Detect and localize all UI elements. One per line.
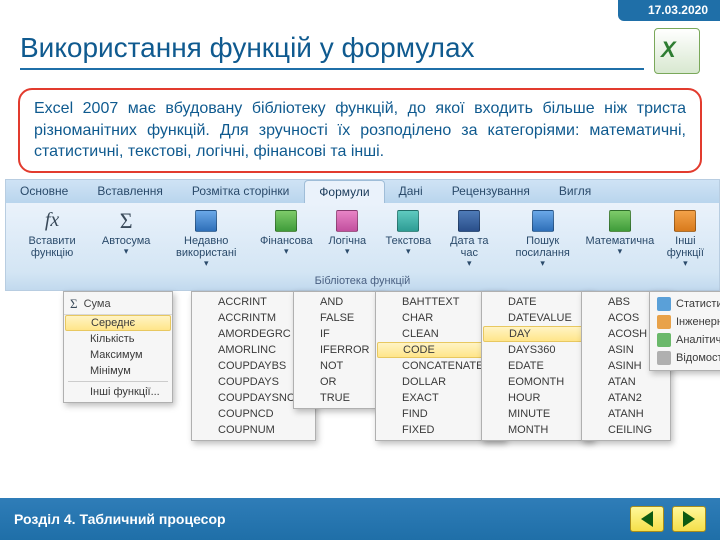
menu-item[interactable]: ATAN2	[582, 390, 670, 406]
submenu-label: Відомості	[676, 352, 720, 364]
chevron-down-icon: ▾	[406, 246, 411, 257]
menu-item[interactable]: DATE	[482, 294, 592, 310]
insert-function-label: Вставити функцію	[16, 235, 88, 259]
book-icon	[657, 333, 671, 347]
menu-item[interactable]: IF	[294, 326, 382, 342]
lookup-label: Пошук посилання	[507, 235, 578, 259]
menu-item[interactable]: IFERROR	[294, 342, 382, 358]
footer-text: Розділ 4. Табличний процесор	[14, 511, 226, 527]
book-icon	[528, 208, 558, 234]
menu-item[interactable]: Кількість	[64, 331, 172, 347]
book-icon	[657, 351, 671, 365]
menu-item[interactable]: CEILING	[582, 422, 670, 438]
submenu-item[interactable]: Статистична ▸	[653, 295, 720, 313]
menu-item[interactable]: Мінімум	[64, 363, 172, 379]
sigma-icon: Σ	[70, 296, 78, 312]
ribbon-tabs: Основне Вставлення Розмітка сторінки Фор…	[6, 180, 719, 203]
book-icon	[454, 208, 484, 234]
book-icon	[271, 208, 301, 234]
chevron-down-icon: ▾	[345, 246, 350, 257]
menu-item[interactable]: ATAN	[582, 374, 670, 390]
menu-item[interactable]: EDATE	[482, 358, 592, 374]
sigma-icon: Σ	[111, 208, 141, 234]
math-button[interactable]: Математична ▾	[587, 206, 653, 271]
chevron-down-icon: ▾	[124, 246, 129, 257]
menu-item[interactable]: OR	[294, 374, 382, 390]
chevron-down-icon: ▾	[618, 246, 623, 257]
tab-home[interactable]: Основне	[6, 180, 83, 203]
submenu-label: Інженерні	[676, 316, 720, 328]
footer-bar: Розділ 4. Табличний процесор	[0, 498, 720, 540]
menu-item[interactable]: ATANH	[582, 406, 670, 422]
menu-item[interactable]: DATEVALUE	[482, 310, 592, 326]
book-icon	[670, 208, 700, 234]
ribbon: Основне Вставлення Розмітка сторінки Фор…	[5, 179, 720, 291]
book-icon	[657, 297, 671, 311]
logical-menu: AND FALSE IF IFERROR NOT OR TRUE	[293, 291, 383, 409]
lookup-button[interactable]: Пошук посилання ▾	[501, 206, 584, 271]
autosum-button[interactable]: Σ Автосума ▾	[97, 206, 155, 271]
menu-item[interactable]: MINUTE	[482, 406, 592, 422]
menu-item[interactable]: TRUE	[294, 390, 382, 406]
menu-item[interactable]: MONTH	[482, 422, 592, 438]
chevron-down-icon: ▾	[467, 258, 472, 269]
submenu-item[interactable]: Аналітичні ▸	[653, 331, 720, 349]
tab-insert[interactable]: Вставлення	[83, 180, 178, 203]
recent-button[interactable]: Недавно використані ▾	[158, 206, 254, 271]
chevron-down-icon: ▾	[284, 246, 289, 257]
more-functions-label: Інші функції	[662, 235, 709, 259]
tab-view[interactable]: Вигля	[545, 180, 606, 203]
datetime-label: Дата та час	[446, 235, 492, 259]
autosum-menu: Σ Сума Середнє Кількість Максимум Мініму…	[63, 291, 173, 403]
tab-formulas[interactable]: Формули	[304, 180, 384, 203]
menu-item[interactable]: DAY	[483, 326, 591, 342]
page-title: Використання функцій у формулах	[20, 32, 644, 70]
menu-item[interactable]: NOT	[294, 358, 382, 374]
menu-item[interactable]: DAYS360	[482, 342, 592, 358]
book-icon	[657, 315, 671, 329]
datetime-button[interactable]: Дата та час ▾	[440, 206, 498, 271]
financial-button[interactable]: Фінансова ▾	[257, 206, 315, 271]
book-icon	[393, 208, 423, 234]
book-icon	[332, 208, 362, 234]
submenu-label: Статистична	[676, 298, 720, 310]
book-icon	[191, 208, 221, 234]
menu-item[interactable]: FALSE	[294, 310, 382, 326]
datetime-menu: DATE DATEVALUE DAY DAYS360 EDATE EOMONTH…	[481, 291, 593, 441]
submenu-item[interactable]: Відомості ▸	[653, 349, 720, 367]
menu-item[interactable]: Середнє	[65, 315, 171, 331]
prev-slide-button[interactable]	[630, 506, 664, 532]
autosum-header: Сума	[84, 298, 111, 310]
menu-item-more[interactable]: Інші функції...	[64, 384, 172, 400]
menu-item[interactable]: EOMONTH	[482, 374, 592, 390]
chevron-down-icon: ▾	[683, 258, 688, 269]
date-badge: 17.03.2020	[618, 0, 720, 21]
ribbon-group-label: Бібліотека функцій	[6, 273, 719, 290]
text-button[interactable]: Текстова ▾	[379, 206, 437, 271]
chevron-down-icon: ▾	[204, 258, 209, 269]
menu-item[interactable]: HOUR	[482, 390, 592, 406]
tab-data[interactable]: Дані	[385, 180, 438, 203]
info-text: Excel 2007 має вбудовану бібліотеку функ…	[18, 88, 702, 173]
menu-item[interactable]: AND	[294, 294, 382, 310]
tab-review[interactable]: Рецензування	[438, 180, 545, 203]
menu-item[interactable]: Максимум	[64, 347, 172, 363]
dropdown-area: Σ Сума Середнє Кількість Максимум Мініму…	[5, 291, 720, 481]
menu-item[interactable]: COUPNUM	[192, 422, 315, 438]
more-functions-submenu: Статистична ▸ Інженерні ▸ Аналітичні ▸ В…	[649, 291, 720, 371]
logical-button[interactable]: Логічна ▾	[318, 206, 376, 271]
tab-layout[interactable]: Розмітка сторінки	[178, 180, 304, 203]
more-functions-button[interactable]: Інші функції ▾	[656, 206, 715, 271]
recent-label: Недавно використані	[164, 235, 248, 259]
submenu-item[interactable]: Інженерні ▸	[653, 313, 720, 331]
book-icon	[605, 208, 635, 234]
next-slide-button[interactable]	[672, 506, 706, 532]
insert-function-button[interactable]: fx Вставити функцію	[10, 206, 94, 271]
submenu-label: Аналітичні	[676, 334, 720, 346]
triangle-right-icon	[683, 511, 695, 527]
chevron-down-icon: ▾	[540, 258, 545, 269]
fx-icon: fx	[37, 208, 67, 234]
excel-icon	[654, 28, 700, 74]
triangle-left-icon	[641, 511, 653, 527]
